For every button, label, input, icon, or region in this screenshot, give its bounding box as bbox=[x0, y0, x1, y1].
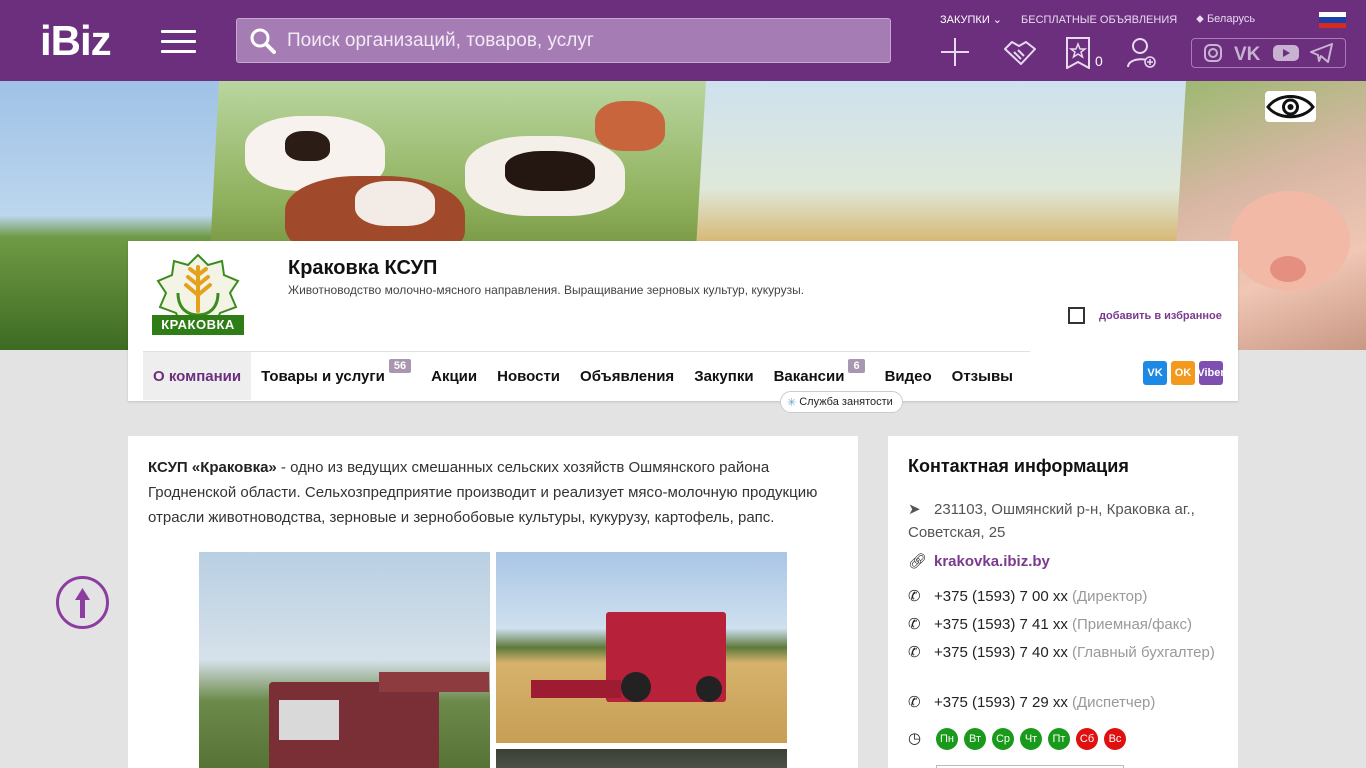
plus-icon[interactable] bbox=[940, 37, 970, 67]
company-intro: КСУП «Краковка» - одно из ведущих смешан… bbox=[148, 455, 838, 530]
menu-icon[interactable] bbox=[161, 30, 196, 54]
tab-reviews[interactable]: Отзывы bbox=[942, 352, 1023, 400]
telegram-icon[interactable] bbox=[1310, 43, 1334, 63]
location-icon: ⬥ bbox=[1196, 13, 1204, 25]
visually-impaired-eye-icon[interactable] bbox=[1265, 91, 1316, 122]
add-user-icon[interactable] bbox=[1127, 37, 1157, 69]
vk-icon[interactable]: VK bbox=[1233, 43, 1263, 63]
phone-number[interactable]: +375 (1593) 7 40 xx bbox=[934, 644, 1068, 661]
tab-count-badge: 56 bbox=[388, 359, 412, 373]
contact-phone: ✆ +375 (1593) 7 41 xx (Приемная/факс) bbox=[908, 613, 1218, 636]
contact-panel: Контактная информация ➤ 231103, Ошмянский… bbox=[888, 436, 1238, 768]
favorites-count: 0 bbox=[1095, 53, 1103, 69]
region-link[interactable]: ⬥ Беларусь bbox=[1196, 13, 1255, 26]
scroll-to-top-button[interactable] bbox=[56, 576, 109, 629]
contact-phone: ✆ +375 (1593) 7 29 xx (Диспетчер) bbox=[908, 691, 1218, 714]
tab-procurement[interactable]: Закупки bbox=[684, 352, 763, 400]
tab-promotions[interactable]: Акции bbox=[421, 352, 487, 400]
search-input[interactable] bbox=[287, 19, 877, 62]
chevron-down-icon: ⌄ bbox=[992, 14, 1003, 26]
gallery-photo-3[interactable] bbox=[496, 749, 787, 768]
free-ads-link[interactable]: БЕСПЛАТНЫЕ ОБЪЯВЛЕНИЯ bbox=[1021, 14, 1177, 26]
day-badge[interactable]: Пт bbox=[1048, 728, 1070, 750]
about-content: КСУП «Краковка» - одно из ведущих смешан… bbox=[128, 436, 858, 768]
location-arrow-icon: ➤ bbox=[908, 501, 921, 518]
contact-title: Контактная информация bbox=[908, 456, 1129, 476]
phone-icon: ✆ bbox=[908, 588, 921, 605]
search-bar bbox=[236, 18, 891, 63]
arrow-up-icon bbox=[56, 576, 109, 629]
contact-phone: ✆ +375 (1593) 7 00 xx (Директор) bbox=[908, 585, 1218, 608]
company-name: Краковка КСУП bbox=[288, 257, 438, 279]
instagram-icon[interactable] bbox=[1203, 43, 1223, 63]
favorite-checkbox[interactable] bbox=[1068, 307, 1085, 324]
site-logo[interactable]: iBiz bbox=[40, 18, 112, 64]
contact-website: 🔗︎ krakovka.ibiz.by bbox=[908, 550, 1218, 573]
tab-ads[interactable]: Объявления bbox=[570, 352, 684, 400]
procurement-link[interactable]: ЗАКУПКИ ⌄ bbox=[940, 13, 1002, 26]
gallery-photo-combine-2[interactable] bbox=[496, 552, 787, 743]
day-badge[interactable]: Сб bbox=[1076, 728, 1098, 750]
language-flag-icon[interactable] bbox=[1319, 12, 1346, 28]
phone-icon: ✆ bbox=[908, 644, 921, 661]
website-link[interactable]: krakovka.ibiz.by bbox=[934, 553, 1050, 570]
day-badge[interactable]: Чт bbox=[1020, 728, 1042, 750]
day-badge[interactable]: Пн bbox=[936, 728, 958, 750]
work-days: Пн Вт Ср Чт Пт Сб Вс bbox=[936, 728, 1126, 750]
company-intro-bold: КСУП «Краковка» bbox=[148, 459, 277, 476]
social-links: VK bbox=[1191, 38, 1346, 68]
phone-icon: ✆ bbox=[908, 694, 921, 711]
gallery-photo-combine-1[interactable] bbox=[199, 552, 490, 768]
ok-share-button[interactable]: OK bbox=[1171, 361, 1195, 385]
company-logo[interactable]: КРАКОВКА bbox=[148, 253, 248, 339]
day-badge[interactable]: Вт bbox=[964, 728, 986, 750]
contact-phone: ✆ +375 (1593) 7 40 xx (Главный бухгалтер) bbox=[908, 641, 1218, 664]
link-icon: 🔗︎ bbox=[908, 553, 928, 570]
phone-icon: ✆ bbox=[908, 616, 921, 633]
company-description: Животноводство молочно-мясного направлен… bbox=[288, 283, 805, 297]
company-card: КРАКОВКА Краковка КСУП Животноводство мо… bbox=[128, 241, 1238, 413]
tab-count-badge: 6 bbox=[848, 359, 865, 373]
tab-products[interactable]: Товары и услуги 56 bbox=[251, 352, 421, 400]
vk-share-button[interactable]: VK bbox=[1143, 361, 1167, 385]
star-icon[interactable] bbox=[1065, 37, 1091, 69]
phone-number[interactable]: +375 (1593) 7 29 xx bbox=[934, 694, 1068, 711]
tab-about[interactable]: О компании bbox=[143, 352, 252, 400]
snowflake-icon: ✳ bbox=[787, 396, 797, 409]
employment-service-tag[interactable]: ✳ Служба занятости bbox=[780, 391, 903, 413]
day-badge[interactable]: Вс bbox=[1104, 728, 1126, 750]
company-logo-text: КРАКОВКА bbox=[161, 317, 235, 332]
phone-number[interactable]: +375 (1593) 7 00 xx bbox=[934, 588, 1068, 605]
phone-number[interactable]: +375 (1593) 7 41 xx bbox=[934, 616, 1068, 633]
contact-address: ➤ 231103, Ошмянский р-н, Краковка аг., Со… bbox=[908, 498, 1218, 544]
share-buttons: VK OK Viber bbox=[1143, 361, 1225, 385]
day-badge[interactable]: Ср bbox=[992, 728, 1014, 750]
youtube-icon[interactable] bbox=[1272, 43, 1300, 63]
favorite-label: добавить в избранное bbox=[1099, 309, 1222, 322]
handshake-icon[interactable] bbox=[1003, 37, 1037, 67]
top-header: iBiz ЗАКУПКИ ⌄ БЕСПЛАТНЫЕ ОБЪЯВЛЕНИЯ ⬥ Б… bbox=[0, 0, 1366, 81]
add-to-favorites[interactable]: добавить в избранное bbox=[1068, 307, 1222, 324]
viber-share-button[interactable]: Viber bbox=[1197, 361, 1225, 385]
tab-news[interactable]: Новости bbox=[487, 352, 570, 400]
svg-text:VK: VK bbox=[1234, 44, 1261, 63]
search-icon[interactable] bbox=[249, 27, 277, 55]
top-links: ЗАКУПКИ ⌄ БЕСПЛАТНЫЕ ОБЪЯВЛЕНИЯ ⬥ Белару… bbox=[940, 13, 1255, 26]
